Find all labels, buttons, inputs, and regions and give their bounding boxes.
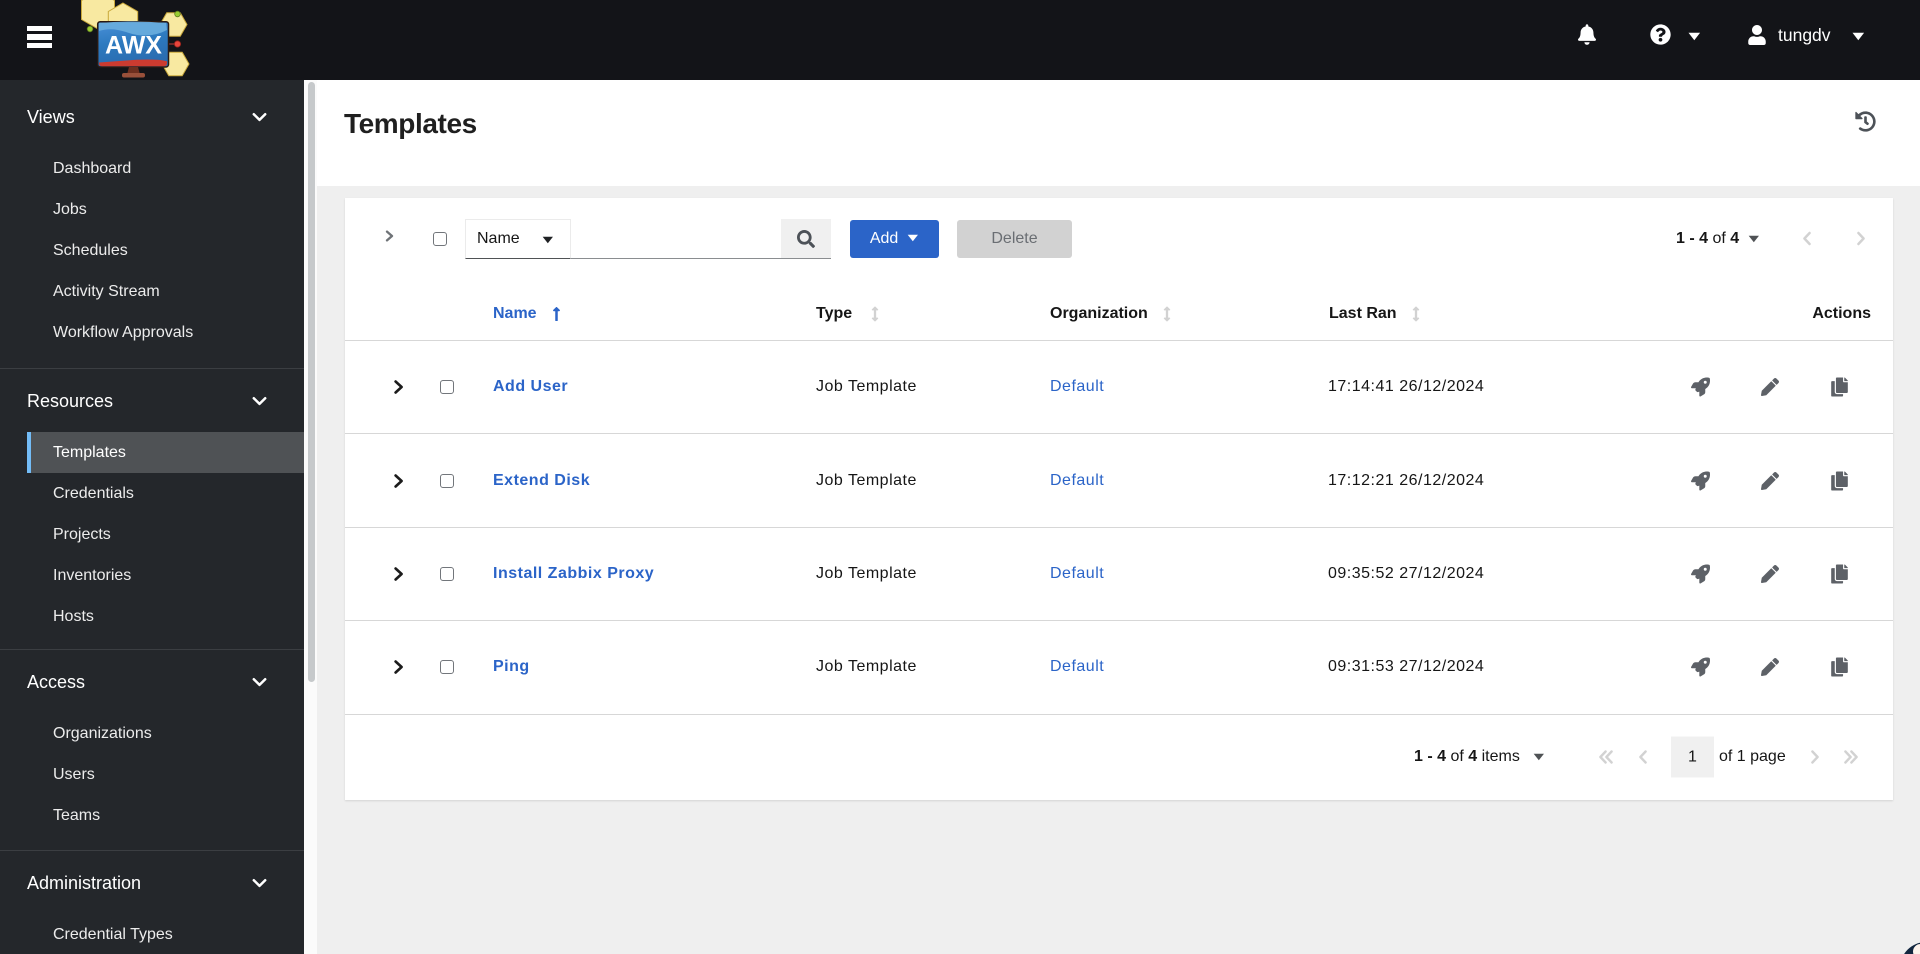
svg-text:AWX: AWX xyxy=(105,32,162,60)
